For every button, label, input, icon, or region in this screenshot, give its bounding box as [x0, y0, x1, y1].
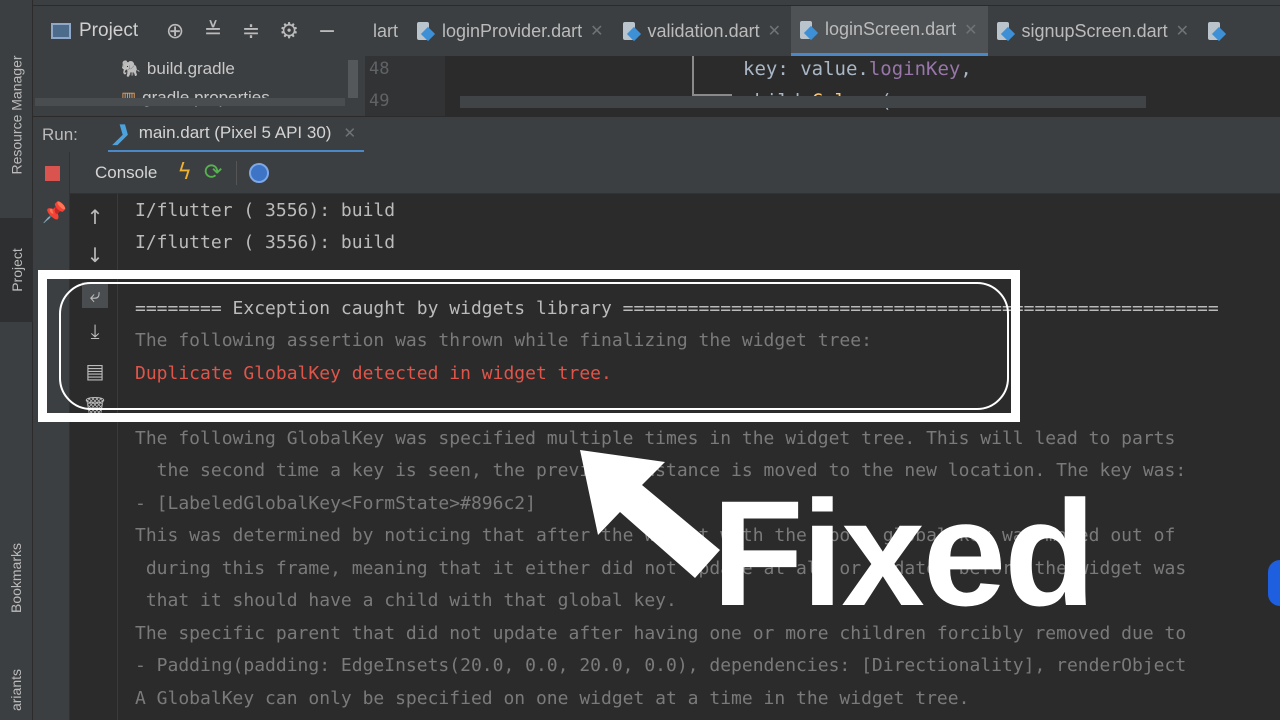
bookmarks-label: Bookmarks — [8, 542, 25, 613]
tab-label: loginScreen.dart — [825, 19, 957, 39]
close-icon[interactable]: ✕ — [343, 124, 356, 142]
console-line: - [LabeledGlobalKey<FormState>#896c2] — [135, 493, 536, 514]
locate-icon[interactable]: ⊕ — [156, 12, 194, 50]
devtools-icon[interactable] — [249, 162, 270, 183]
tab-console[interactable]: Console — [95, 163, 157, 183]
gear-icon[interactable]: ⚙ — [270, 12, 308, 50]
dart-file-icon — [622, 20, 640, 42]
project-title[interactable]: Project — [79, 20, 138, 42]
code-editor[interactable]: 48 49 key: value.loginKey, child:Column( — [365, 56, 1280, 116]
tab-truncated[interactable]: lart — [365, 6, 408, 56]
resource-manager-tab[interactable]: Resource Manager — [0, 30, 33, 200]
folder-icon — [51, 23, 71, 39]
left-tool-strip: Resource Manager Project Bookmarks arian… — [0, 0, 33, 720]
console-line: I/flutter ( 3556): build — [135, 232, 396, 253]
dart-file-icon — [416, 20, 434, 42]
flutter-icon: ❯ — [109, 122, 135, 145]
build-variants-tab[interactable]: ariants — [0, 660, 33, 720]
console-line: - Padding(padding: EdgeInsets(20.0, 0.0,… — [135, 655, 1187, 676]
pin-icon[interactable]: 📌 — [42, 200, 67, 224]
arrow-down-icon[interactable]: ↓ — [82, 242, 108, 268]
trash-icon[interactable]: 🗑 — [82, 394, 108, 420]
project-toolbar: Project ⊕ ≚ ≑ ⚙ − — [33, 6, 365, 56]
toolbar-separator — [236, 160, 238, 185]
hot-restart-icon[interactable]: ⟳ — [204, 160, 222, 185]
tree-item-label: build.gradle — [146, 59, 235, 78]
console-toolbar: Console ϟ ⟳ — [70, 152, 1280, 194]
build-variants-label: ariants — [8, 668, 25, 712]
scroll-to-end-icon[interactable]: ⤓ — [82, 318, 108, 344]
tree-horizontal-scrollbar[interactable] — [35, 98, 345, 106]
run-tab-label: main.dart (Pixel 5 API 30) — [138, 123, 332, 142]
console-line: The following assertion was thrown while… — [135, 330, 872, 351]
tab-label: lart — [373, 20, 399, 41]
tab-overflow[interactable] — [1199, 6, 1235, 56]
collapse-all-icon[interactable]: ≑ — [232, 12, 270, 50]
code-token: value. — [800, 58, 869, 80]
close-icon[interactable]: ✕ — [768, 21, 781, 41]
code-token: key: — [743, 58, 801, 80]
tab-login-provider[interactable]: loginProvider.dart ✕ — [408, 6, 614, 56]
edge-indicator — [1268, 560, 1280, 606]
run-label: Run: — [42, 124, 78, 144]
hide-icon[interactable]: − — [308, 12, 346, 50]
project-tool-label: Project — [8, 248, 25, 292]
gradle-icon: 🐘 — [121, 61, 141, 78]
console-line: that it should have a child with that gl… — [135, 590, 677, 611]
bookmarks-tab[interactable]: Bookmarks — [0, 520, 33, 635]
tab-label: signupScreen.dart — [1021, 20, 1168, 41]
line-number: 49 — [369, 91, 390, 111]
close-icon[interactable]: ✕ — [590, 21, 603, 41]
project-tool-tab[interactable]: Project — [0, 218, 33, 322]
dart-file-icon — [996, 20, 1014, 42]
dart-file-icon — [1207, 20, 1225, 42]
tree-vertical-scrollbar[interactable] — [348, 60, 358, 98]
arrow-up-icon[interactable]: ↑ — [82, 204, 108, 230]
run-config-tab[interactable]: ❯ main.dart (Pixel 5 API 30) ✕ — [107, 117, 365, 153]
tree-item-build-gradle[interactable]: 🐘 build.gradle — [121, 59, 235, 79]
soft-wrap-icon[interactable]: ⤶ — [82, 282, 108, 308]
print-icon[interactable]: ▤ — [82, 358, 108, 384]
run-header: Run: ❯ main.dart (Pixel 5 API 30) ✕ — [33, 116, 1280, 153]
project-tree: 🐘 build.gradle ▥ gradle.properties — [33, 56, 365, 116]
code-line-48: key: value.loginKey, — [743, 58, 972, 80]
editor-tabs: lart loginProvider.dart ✕ validation.dar… — [365, 6, 1280, 56]
tab-label: validation.dart — [647, 20, 760, 41]
console-line: ======== Exception caught by widgets lib… — [135, 298, 1219, 319]
hot-reload-icon[interactable]: ϟ — [177, 160, 192, 185]
line-gutter: 48 49 — [365, 56, 445, 116]
close-icon[interactable]: ✕ — [964, 20, 977, 40]
console-line: A GlobalKey can only be specified on one… — [135, 688, 970, 709]
tab-signup-screen[interactable]: signupScreen.dart ✕ — [988, 6, 1200, 56]
code-token: loginKey — [868, 58, 961, 80]
run-actions: 📌 — [33, 152, 70, 720]
resource-manager-label: Resource Manager — [8, 55, 25, 175]
console-side-actions: ↑ ↓ ⤶ ⤓ ▤ 🗑 — [70, 194, 118, 720]
dart-file-icon — [799, 19, 817, 41]
console-line: I/flutter ( 3556): build — [135, 200, 396, 221]
stop-icon[interactable] — [45, 166, 60, 181]
tab-validation[interactable]: validation.dart ✕ — [614, 6, 791, 56]
line-number: 48 — [369, 59, 390, 79]
code-token: , — [960, 58, 972, 80]
tab-label: loginProvider.dart — [442, 20, 583, 41]
fixed-label: Fixed — [712, 469, 1096, 637]
error-line: Duplicate GlobalKey detected in widget t… — [135, 363, 612, 384]
expand-all-icon[interactable]: ≚ — [194, 12, 232, 50]
tab-login-screen[interactable]: loginScreen.dart ✕ — [791, 6, 988, 56]
editor-horizontal-scrollbar[interactable] — [460, 96, 1146, 108]
indent-guide — [692, 56, 694, 96]
close-icon[interactable]: ✕ — [1176, 21, 1189, 41]
